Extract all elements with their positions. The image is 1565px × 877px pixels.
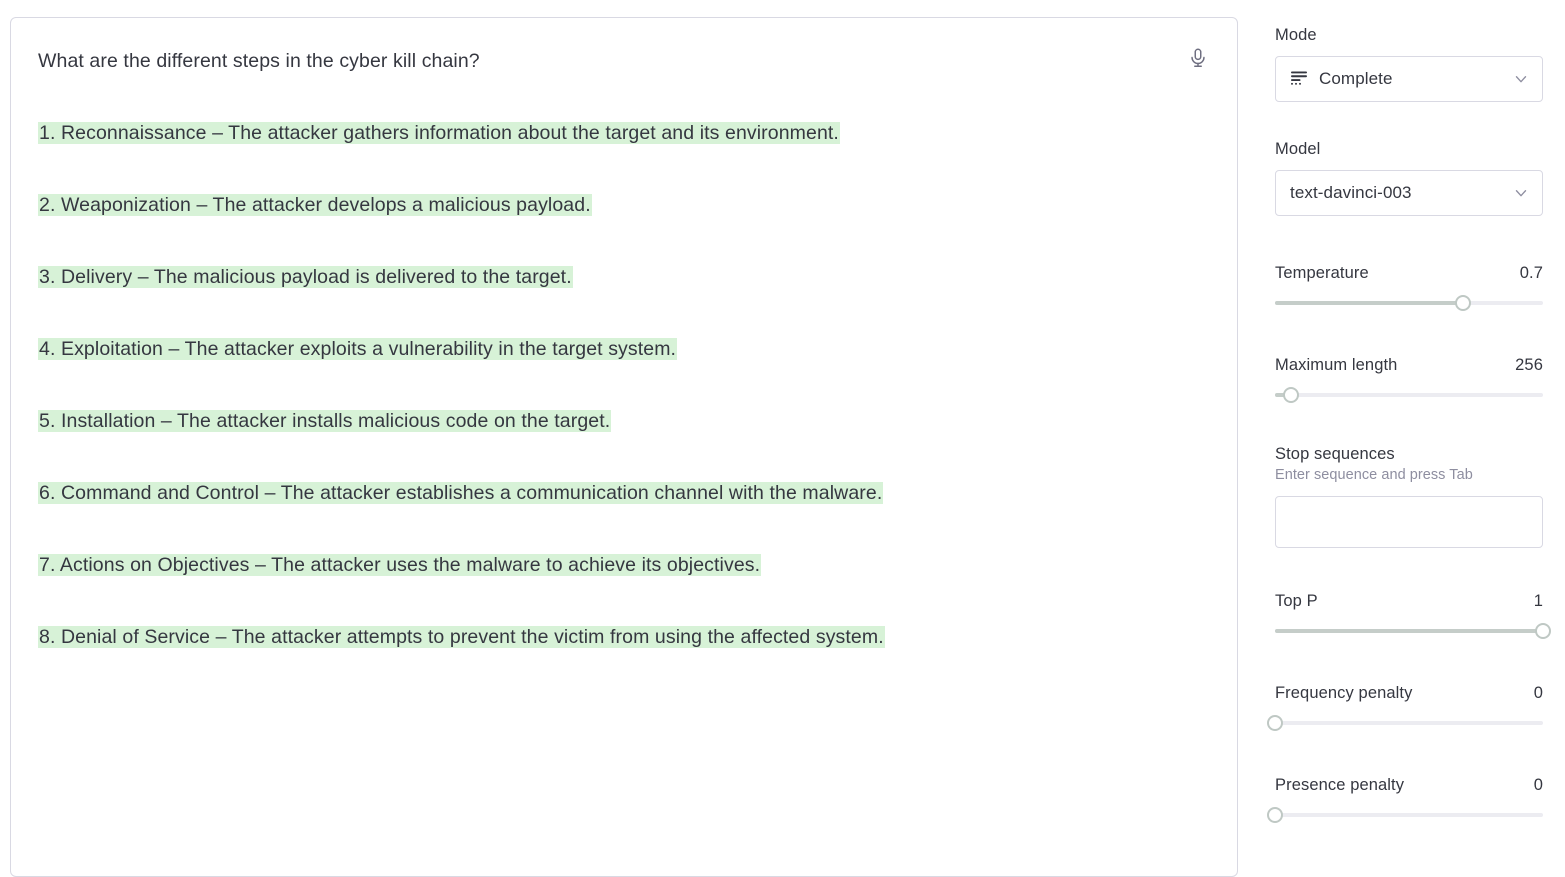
completion-line-5: 5. Installation – The attacker installs … bbox=[38, 407, 1217, 435]
maximum-length-label: Maximum length bbox=[1275, 356, 1398, 374]
presence-penalty-slider[interactable] bbox=[1267, 805, 1543, 825]
completion-line-1: 1. Reconnaissance – The attacker gathers… bbox=[38, 119, 1217, 147]
frequency-penalty-slider[interactable] bbox=[1267, 713, 1543, 733]
temperature-slider[interactable] bbox=[1275, 293, 1543, 313]
slider-track bbox=[1275, 721, 1543, 725]
prompt-text: What are the different steps in the cybe… bbox=[38, 50, 480, 72]
highlighted-text: 2. Weaponization – The attacker develops… bbox=[38, 194, 592, 216]
presence-penalty-value: 0 bbox=[1533, 776, 1543, 794]
completion-line-8: 8. Denial of Service – The attacker atte… bbox=[38, 623, 1217, 651]
complete-mode-icon bbox=[1290, 70, 1308, 88]
highlighted-text: 3. Delivery – The malicious payload is d… bbox=[38, 266, 573, 288]
presence-penalty-field: Presence penalty 0 bbox=[1267, 775, 1543, 825]
highlighted-text: 7. Actions on Objectives – The attacker … bbox=[38, 554, 762, 576]
highlighted-text: 6. Command and Control – The attacker es… bbox=[38, 482, 884, 504]
slider-track bbox=[1275, 393, 1543, 397]
model-select[interactable]: text-davinci-003 bbox=[1275, 170, 1543, 216]
model-field: Model text-davinci-003 bbox=[1275, 139, 1543, 216]
stop-sequences-hint: Enter sequence and press Tab bbox=[1275, 467, 1473, 483]
temperature-header: Temperature 0.7 bbox=[1275, 263, 1543, 283]
highlighted-text: 1. Reconnaissance – The attacker gathers… bbox=[38, 122, 840, 144]
temperature-label: Temperature bbox=[1275, 264, 1369, 282]
mode-select[interactable]: Complete bbox=[1275, 56, 1543, 102]
model-select-value-wrap: text-davinci-003 bbox=[1290, 183, 1512, 203]
highlighted-text: 8. Denial of Service – The attacker atte… bbox=[38, 626, 885, 648]
temperature-field: Temperature 0.7 bbox=[1275, 263, 1543, 313]
slider-thumb[interactable] bbox=[1267, 715, 1283, 731]
maximum-length-header: Maximum length 256 bbox=[1275, 355, 1543, 375]
top-p-slider[interactable] bbox=[1275, 621, 1551, 641]
completion-line-3: 3. Delivery – The malicious payload is d… bbox=[38, 263, 1217, 291]
top-p-field: Top P 1 bbox=[1275, 591, 1551, 641]
frequency-penalty-field: Frequency penalty 0 bbox=[1267, 683, 1543, 733]
slider-thumb[interactable] bbox=[1454, 295, 1471, 311]
mode-select-value: Complete bbox=[1319, 69, 1393, 88]
presence-penalty-header: Presence penalty 0 bbox=[1275, 775, 1543, 795]
frequency-penalty-label: Frequency penalty bbox=[1275, 684, 1413, 702]
mode-field: Mode Complete bbox=[1275, 25, 1543, 102]
maximum-length-field: Maximum length 256 bbox=[1275, 355, 1543, 405]
slider-fill bbox=[1275, 301, 1463, 305]
editor-text-area[interactable]: What are the different steps in the cybe… bbox=[38, 47, 1217, 876]
slider-track bbox=[1275, 813, 1543, 817]
highlighted-text: 5. Installation – The attacker installs … bbox=[38, 410, 612, 432]
chevron-down-icon bbox=[1512, 70, 1530, 88]
completion-line-7: 7. Actions on Objectives – The attacker … bbox=[38, 551, 1217, 579]
top-p-header: Top P 1 bbox=[1275, 591, 1543, 611]
mode-select-value-wrap: Complete bbox=[1290, 69, 1512, 89]
presence-penalty-label: Presence penalty bbox=[1275, 776, 1405, 794]
model-label: Model bbox=[1275, 140, 1321, 158]
maximum-length-slider[interactable] bbox=[1275, 385, 1543, 405]
completion-line-2: 2. Weaponization – The attacker develops… bbox=[38, 191, 1217, 219]
model-select-value: text-davinci-003 bbox=[1290, 183, 1412, 202]
frequency-penalty-header: Frequency penalty 0 bbox=[1275, 683, 1543, 703]
slider-fill bbox=[1275, 629, 1543, 633]
prompt-editor-panel[interactable]: What are the different steps in the cybe… bbox=[10, 17, 1238, 877]
top-p-value: 1 bbox=[1533, 592, 1543, 610]
top-p-label: Top P bbox=[1275, 592, 1318, 610]
frequency-penalty-value: 0 bbox=[1533, 684, 1543, 702]
mode-label: Mode bbox=[1275, 26, 1317, 44]
highlighted-text: 4. Exploitation – The attacker exploits … bbox=[38, 338, 678, 360]
chevron-down-icon bbox=[1512, 184, 1530, 202]
temperature-value: 0.7 bbox=[1519, 264, 1543, 282]
maximum-length-value: 256 bbox=[1515, 356, 1543, 374]
slider-thumb[interactable] bbox=[1267, 807, 1283, 823]
completion-line-6: 6. Command and Control – The attacker es… bbox=[38, 479, 1217, 507]
completion-line-4: 4. Exploitation – The attacker exploits … bbox=[38, 335, 1217, 363]
slider-thumb[interactable] bbox=[1283, 387, 1300, 403]
settings-sidebar: Mode Complete Model text-davinci-003 Tem… bbox=[1267, 0, 1551, 849]
stop-sequences-label: Stop sequences bbox=[1275, 445, 1395, 463]
stop-sequences-field: Stop sequences Enter sequence and press … bbox=[1275, 444, 1543, 553]
slider-thumb[interactable] bbox=[1535, 623, 1551, 639]
stop-sequences-input[interactable] bbox=[1275, 496, 1543, 548]
playground-app: What are the different steps in the cybe… bbox=[0, 0, 1565, 877]
completion-text: 1. Reconnaissance – The attacker gathers… bbox=[38, 119, 1217, 651]
